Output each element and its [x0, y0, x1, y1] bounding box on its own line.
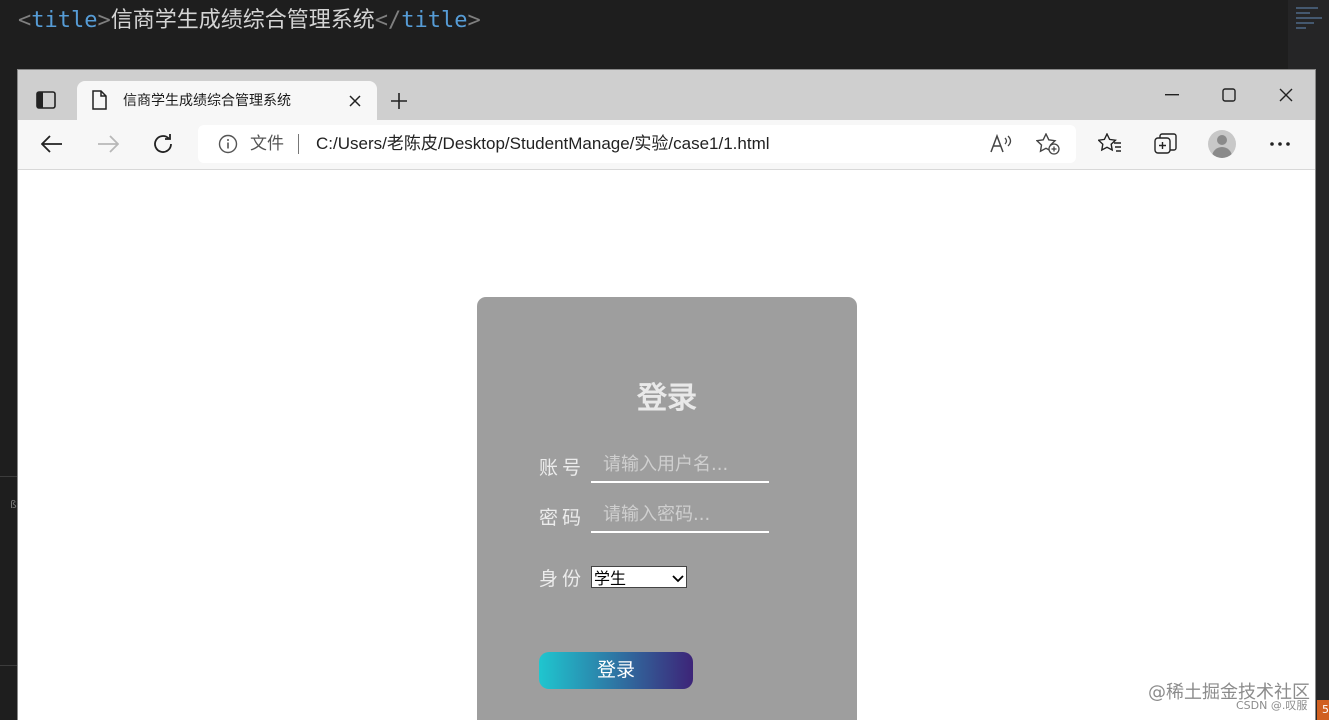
editor-gutter-glyph: ß [10, 498, 17, 511]
add-favorite-icon[interactable] [1035, 132, 1060, 159]
tab-bar: 信商学生成绩综合管理系统 [18, 70, 1315, 120]
address-separator [298, 134, 299, 154]
editor-divider [0, 665, 18, 666]
close-window-icon[interactable] [1268, 80, 1304, 110]
editor-title-text: 信商学生成绩综合管理系统 [110, 8, 375, 33]
editor-minimap[interactable] [1296, 4, 1326, 64]
role-label: 身份 [539, 568, 586, 590]
info-icon[interactable] [218, 134, 238, 158]
refresh-icon[interactable] [147, 130, 179, 158]
page-content: 登录 账号 密码 身份 学生 登录 [18, 170, 1315, 720]
forward-icon[interactable] [92, 130, 124, 158]
new-tab-icon[interactable] [386, 88, 412, 114]
browser-tab[interactable]: 信商学生成绩综合管理系统 [77, 81, 377, 120]
maximize-icon[interactable] [1211, 80, 1247, 110]
close-tab-icon[interactable] [345, 91, 365, 111]
password-input[interactable] [591, 497, 769, 533]
browser-window: 信商学生成绩综合管理系统 文件 C:/Users/老陈皮/Desktop/Stu… [18, 70, 1315, 720]
role-selected-value: 学生 [594, 569, 627, 588]
chevron-down-icon [672, 568, 684, 587]
login-button[interactable]: 登录 [539, 652, 693, 689]
tab-actions-icon[interactable] [32, 88, 60, 112]
role-select[interactable]: 学生 [591, 566, 687, 588]
collections-icon[interactable] [1150, 130, 1182, 158]
tab-title: 信商学生成绩综合管理系统 [123, 92, 291, 108]
document-icon [91, 90, 107, 114]
more-options-icon[interactable] [1264, 130, 1296, 158]
login-card: 登录 账号 密码 身份 学生 登录 [477, 297, 857, 720]
editor-divider [0, 476, 18, 477]
browser-toolbar: 文件 C:/Users/老陈皮/Desktop/StudentManage/实验… [18, 120, 1315, 170]
profile-avatar-icon[interactable] [1208, 130, 1236, 158]
scheme-label: 文件 [250, 134, 284, 153]
account-input[interactable] [591, 447, 769, 483]
url-text[interactable]: C:/Users/老陈皮/Desktop/StudentManage/实验/ca… [316, 125, 770, 163]
read-aloud-icon[interactable] [990, 133, 1012, 158]
address-bar[interactable]: 文件 C:/Users/老陈皮/Desktop/StudentManage/实验… [198, 125, 1076, 163]
minimize-icon[interactable] [1154, 80, 1190, 110]
login-title: 登录 [637, 381, 697, 416]
back-icon[interactable] [36, 130, 68, 158]
watermark-sub: CSDN @.叹服 [1236, 699, 1308, 712]
editor-status-tab[interactable]: 5 [1317, 700, 1329, 720]
editor-code-line: <title>信商学生成绩综合管理系统</title> [18, 8, 481, 33]
password-label: 密码 [539, 507, 586, 529]
favorites-icon[interactable] [1094, 130, 1126, 158]
account-label: 账号 [539, 457, 586, 479]
